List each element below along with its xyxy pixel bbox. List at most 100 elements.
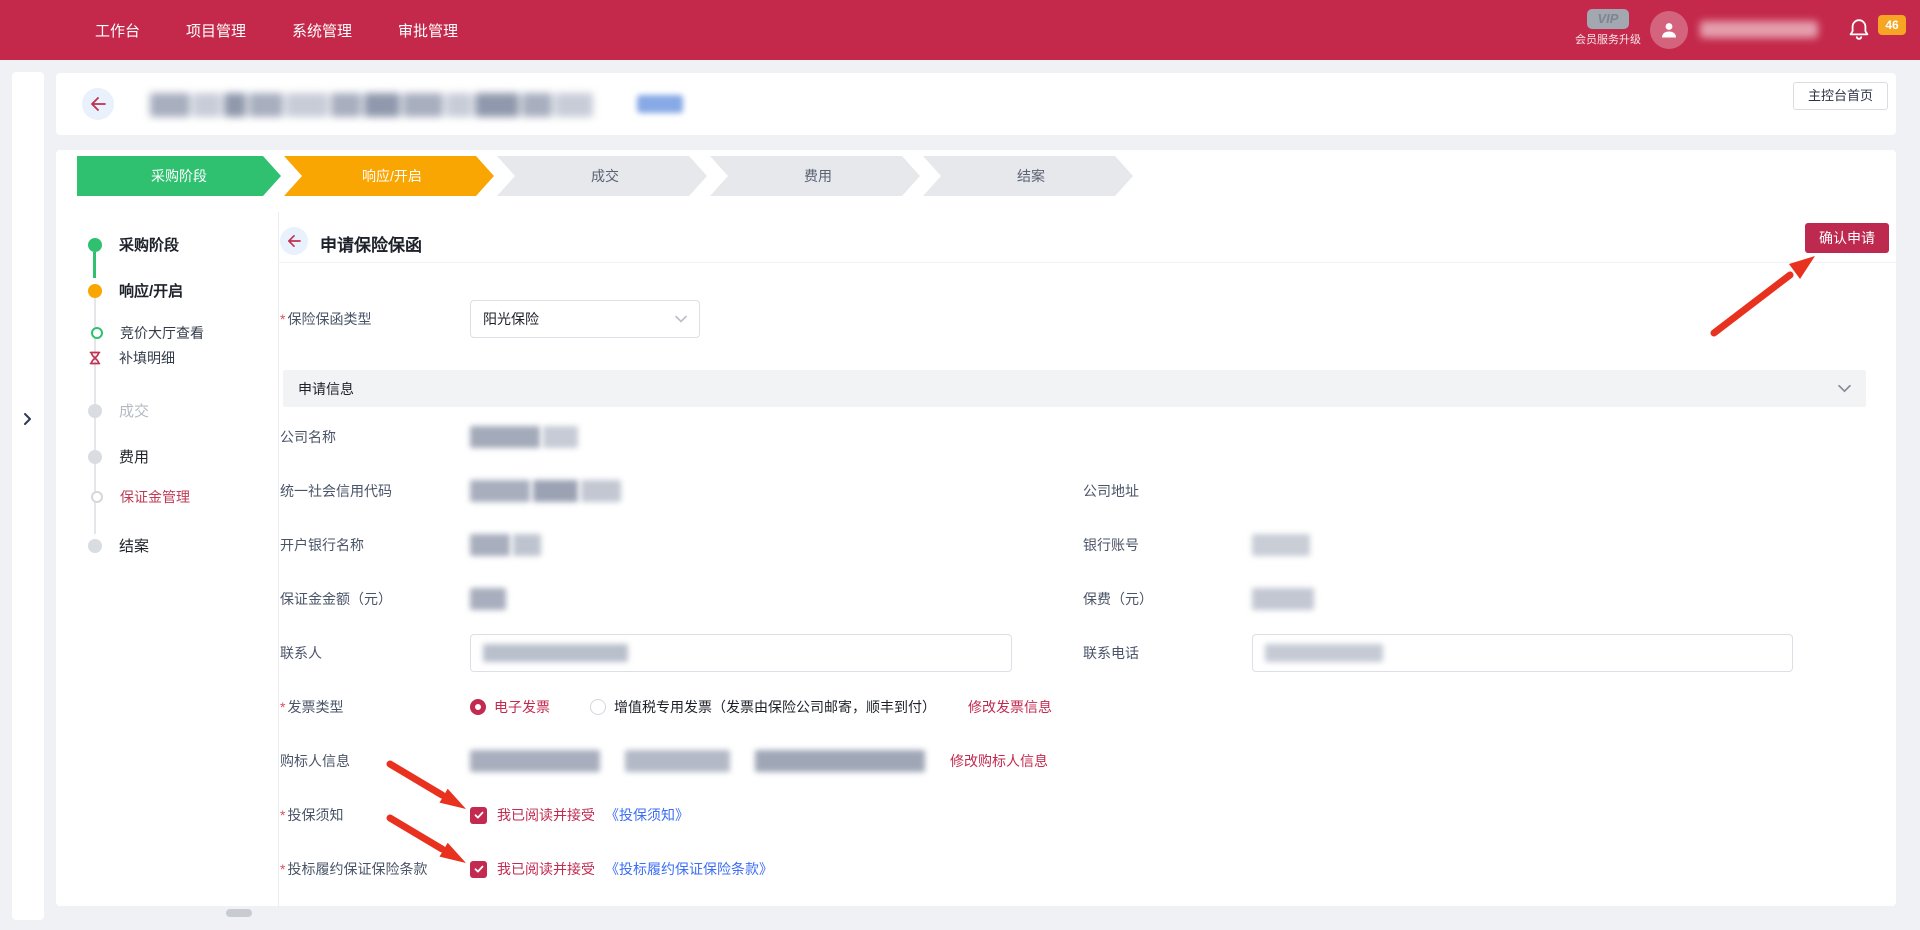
step-fee: 费用: [710, 156, 920, 196]
person-icon: [1659, 20, 1679, 40]
performance-terms-link[interactable]: 《投标履约保证保险条款》: [605, 859, 773, 879]
performance-terms-label: *投标履约保证保险条款: [280, 859, 427, 879]
sidebar-item-label: 成交: [119, 400, 149, 421]
agree-text: 我已阅读并接受: [497, 859, 595, 879]
sidebar-item-procurement[interactable]: 采购阶段: [88, 234, 179, 255]
edit-invoice-info-link[interactable]: 修改发票信息: [968, 697, 1052, 717]
invoice-type-label: *发票类型: [280, 697, 343, 717]
buyer-info-row: 购标人信息 修改购标人信息: [56, 743, 1896, 779]
contact-row: 联系人 联系电话: [56, 635, 1896, 671]
contact-input[interactable]: [470, 634, 1012, 672]
company-name-row: 公司名称: [56, 419, 1896, 455]
project-title-redacted: [150, 93, 593, 117]
deposit-amount-value-redacted: [470, 588, 506, 610]
insurance-type-row: *保险保函类型 阳光保险: [56, 301, 1896, 337]
step-deal: 成交: [497, 156, 707, 196]
application-info-section-header[interactable]: 申请信息: [283, 370, 1866, 407]
user-avatar[interactable]: [1650, 11, 1688, 49]
buyer-info-label: 购标人信息: [280, 751, 350, 771]
collapse-chevron-icon[interactable]: [1838, 384, 1851, 393]
sidebar-item-deal[interactable]: 成交: [88, 400, 149, 421]
insurance-notice-label: *投保须知: [280, 805, 343, 825]
radio-electronic-invoice[interactable]: [470, 699, 486, 715]
credit-code-label: 统一社会信用代码: [280, 481, 392, 501]
back-arrow-icon: [287, 235, 301, 247]
status-tag-redacted: [637, 95, 683, 113]
form-back-button[interactable]: [280, 227, 308, 255]
insurance-type-label: *保险保函类型: [280, 309, 371, 329]
invoice-type-row: *发票类型 电子发票 增值税专用发票（发票由保险公司邮寄，顺丰到付） 修改发票信…: [56, 689, 1896, 725]
contact-phone-value-redacted: [1265, 644, 1383, 662]
radio-vat-invoice[interactable]: [590, 699, 606, 715]
bank-account-label: 银行账号: [1083, 535, 1139, 555]
timeline-connector-done: [93, 252, 96, 278]
buyer-value-redacted: [470, 750, 600, 772]
nav-item-workbench[interactable]: 工作台: [95, 20, 140, 41]
notification-bell-icon[interactable]: [1847, 17, 1871, 48]
gray-dot-icon: [88, 404, 102, 418]
nav-menu: 工作台 项目管理 系统管理 审批管理: [95, 0, 458, 60]
confirm-apply-button[interactable]: 确认申请: [1805, 223, 1889, 253]
nav-item-approval-management[interactable]: 审批管理: [398, 20, 458, 41]
vip-caption: 会员服务升级: [1572, 31, 1644, 47]
company-address-label: 公司地址: [1083, 481, 1139, 501]
terms-checkbox[interactable]: [470, 861, 487, 878]
insurance-type-select[interactable]: 阳光保险: [470, 300, 700, 338]
console-home-button[interactable]: 主控台首页: [1793, 82, 1888, 110]
step-close: 结案: [923, 156, 1133, 196]
agree-text: 我已阅读并接受: [497, 805, 595, 825]
user-name-redacted[interactable]: [1700, 21, 1818, 38]
nav-item-project-management[interactable]: 项目管理: [186, 20, 246, 41]
header-back-button[interactable]: [82, 88, 114, 120]
vip-upgrade[interactable]: VIP 会员服务升级: [1572, 9, 1644, 47]
required-mark: *: [280, 807, 285, 823]
contact-label: 联系人: [280, 643, 322, 663]
insurance-notice-row: *投保须知 我已阅读并接受 《投保须知》: [56, 797, 1896, 833]
contact-value-redacted: [483, 644, 628, 662]
check-icon: [473, 809, 485, 821]
notice-checkbox[interactable]: [470, 807, 487, 824]
main-content-card: 采购阶段 响应/开启 成交 费用 结案 采购阶段 响应/开启 竞价大厅查看 补填…: [56, 150, 1896, 906]
required-mark: *: [280, 311, 285, 327]
electronic-invoice-label[interactable]: 电子发票: [494, 697, 550, 717]
header-divider: [278, 262, 1896, 263]
vip-icon: VIP: [1587, 9, 1629, 29]
deposit-amount-label: 保证金金额（元）: [280, 589, 392, 609]
horizontal-scrollbar-thumb[interactable]: [226, 909, 252, 917]
insurance-type-value: 阳光保险: [483, 309, 539, 329]
section-title: 申请信息: [298, 379, 354, 399]
bank-name-row: 开户银行名称 银行账号: [56, 527, 1896, 563]
sidebar-item-label: 采购阶段: [119, 234, 179, 255]
nav-item-system-management[interactable]: 系统管理: [292, 20, 352, 41]
company-name-value-redacted: [470, 426, 578, 448]
required-mark: *: [280, 699, 285, 715]
company-name-label: 公司名称: [280, 427, 336, 447]
collapsed-side-panel: [12, 72, 44, 920]
buyer-value-redacted: [755, 750, 925, 772]
sidebar-item-response-open[interactable]: 响应/开启: [88, 280, 183, 301]
bank-name-label: 开户银行名称: [280, 535, 364, 555]
phase-step-bar: 采购阶段 响应/开启 成交 费用 结案: [77, 156, 1136, 196]
chevron-down-icon: [675, 315, 687, 323]
page-header-card: 主控台首页: [56, 73, 1896, 135]
sidebar-item-label: 补填明细: [119, 348, 175, 368]
premium-label: 保费（元）: [1083, 589, 1153, 609]
credit-code-value-redacted: [470, 480, 621, 502]
orange-dot-icon: [88, 284, 102, 298]
buyer-value-redacted: [625, 750, 730, 772]
contact-phone-label: 联系电话: [1083, 643, 1139, 663]
sidebar-item-fill-details[interactable]: 补填明细: [88, 348, 175, 368]
vat-invoice-label[interactable]: 增值税专用发票（发票由保险公司邮寄，顺丰到付）: [614, 697, 936, 717]
hourglass-icon: [88, 351, 102, 365]
step-procurement: 采购阶段: [77, 156, 281, 196]
insurance-notice-link[interactable]: 《投保须知》: [605, 805, 689, 825]
bank-name-value-redacted: [470, 534, 541, 556]
required-mark: *: [280, 861, 285, 877]
sidebar-item-label: 响应/开启: [119, 280, 183, 301]
expand-panel-chevron-icon[interactable]: [8, 412, 48, 431]
edit-buyer-info-link[interactable]: 修改购标人信息: [950, 751, 1048, 771]
contact-phone-input[interactable]: [1252, 634, 1793, 672]
page-title: 申请保险保函: [320, 231, 422, 256]
notification-count-badge[interactable]: 46: [1878, 15, 1906, 35]
check-icon: [473, 863, 485, 875]
